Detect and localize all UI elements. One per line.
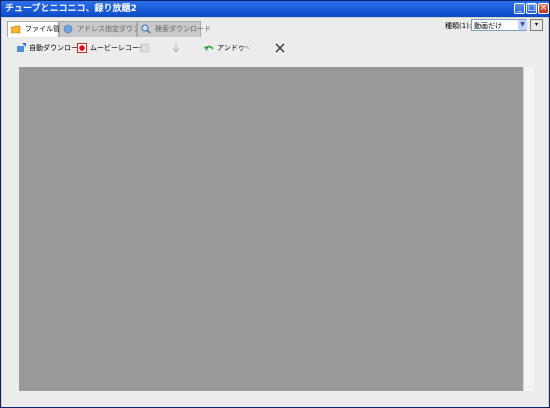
document-icon [140,43,150,53]
delete-button[interactable] [275,41,299,55]
chevron-down-icon[interactable]: ▼ [518,20,527,30]
kind-label: 種類(1): [445,22,472,30]
redo-icon [241,45,250,50]
main-content: ファイル管理 アドレス指定ダウンロード 検索ダウンロード 種類(1): 動画だけ [2,18,548,407]
folder-icon [11,25,21,34]
close-button[interactable]: × [538,3,549,14]
arrow-down-icon [172,43,180,53]
tab-file-management[interactable]: ファイル管理 [7,21,67,37]
magnifier-icon [141,24,151,34]
tab-search-download[interactable]: 検索ダウンロード [137,21,211,37]
globe-icon [63,24,73,34]
kind-value: 動画だけ [474,22,502,30]
window-title: チューブとニコニコ、録り放題2 [5,4,137,14]
kind-menu-button[interactable]: ▾ [530,19,543,31]
title-bar[interactable]: チューブとニコニコ、録り放題2 _ □ × [1,1,549,17]
app-window: チューブとニコニコ、録り放題2 _ □ × ファイル管理 アドレス指定ダウンロー… [0,0,550,408]
undo-icon [204,45,214,51]
auto-download-button[interactable]: 自動ダウンロード [16,41,85,55]
delete-icon [275,43,285,53]
vertical-scrollbar[interactable] [523,67,534,391]
redo-button[interactable] [241,41,265,55]
movie-recorder-button[interactable]: ムービーレコーダ [77,41,146,55]
disabled-button-1[interactable] [140,41,164,55]
auto-download-icon [17,43,26,52]
record-icon [77,43,87,53]
maximize-button[interactable]: □ [526,3,537,14]
undo-button[interactable]: アンドゥ [204,41,245,55]
minimize-button[interactable]: _ [514,3,525,14]
movie-recorder-label: ムービーレコーダ [90,44,146,52]
file-list-panel[interactable] [19,67,523,391]
tab-label: 検索ダウンロード [155,25,211,33]
disabled-button-2[interactable] [171,41,195,55]
tab-address-download[interactable]: アドレス指定ダウンロード [59,21,161,37]
